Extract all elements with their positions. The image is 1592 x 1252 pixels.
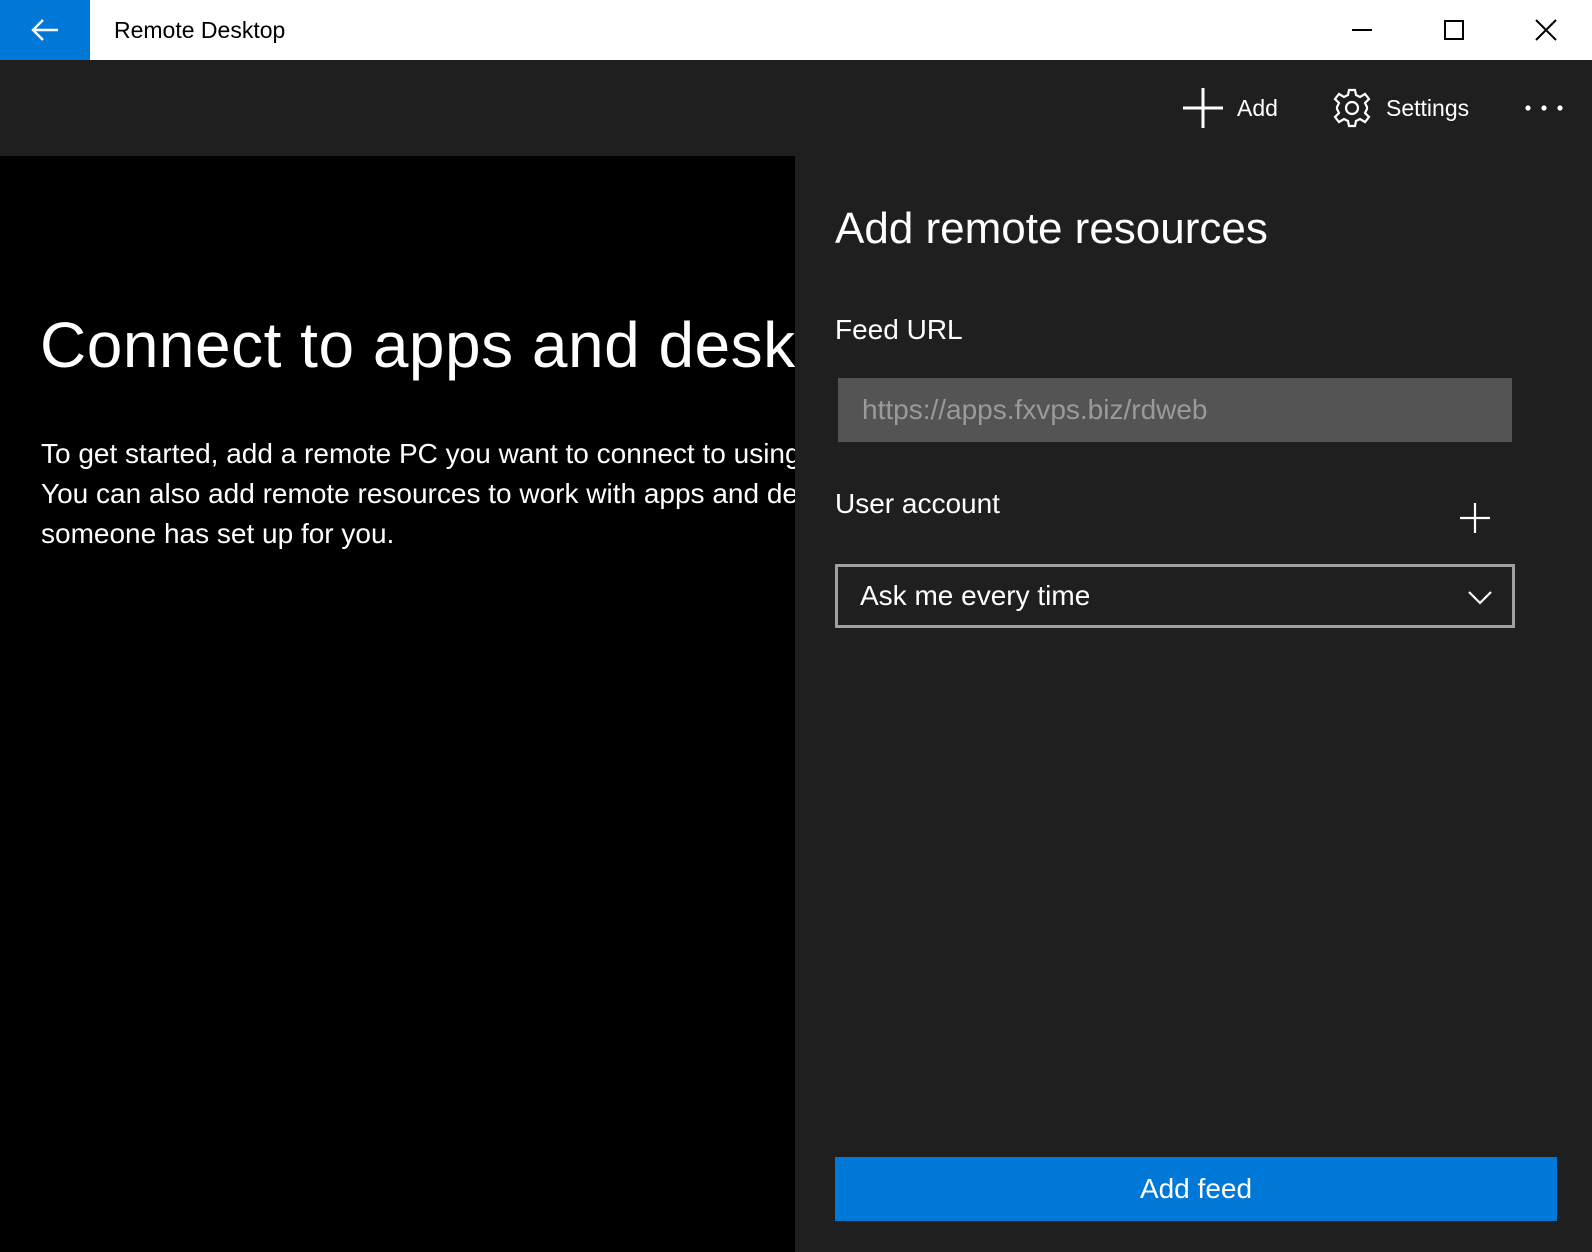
feed-url-input[interactable] xyxy=(838,378,1512,442)
feed-url-label: Feed URL xyxy=(835,314,963,345)
close-button[interactable] xyxy=(1500,0,1592,60)
plus-icon xyxy=(1460,503,1490,533)
chevron-down-icon xyxy=(1468,591,1492,605)
panel-title: Add remote resources xyxy=(835,204,1268,253)
welcome-description: To get started, add a remote PC you want… xyxy=(41,434,795,554)
add-feed-label: Add feed xyxy=(1139,1173,1253,1204)
close-icon xyxy=(1535,19,1557,41)
plus-icon xyxy=(1183,88,1223,128)
user-account-dropdown[interactable]: Ask me every time xyxy=(835,564,1515,628)
window-controls xyxy=(1316,0,1592,60)
command-bar: Add Settings xyxy=(0,60,1592,156)
welcome-line-2: You can also add remote resources to wor… xyxy=(41,478,795,509)
back-button[interactable] xyxy=(0,0,90,60)
more-button[interactable] xyxy=(1524,60,1564,156)
main-content: Connect to apps and desktops To get star… xyxy=(0,156,795,1252)
add-button[interactable]: Add xyxy=(1183,60,1278,156)
window-title: Remote Desktop xyxy=(114,16,286,43)
welcome-line-3: someone has set up for you. xyxy=(41,518,395,549)
maximize-button[interactable] xyxy=(1408,0,1500,60)
minimize-button[interactable] xyxy=(1316,0,1408,60)
welcome-line-1: To get started, add a remote PC you want… xyxy=(41,438,795,469)
settings-label: Settings xyxy=(1386,94,1470,121)
settings-button[interactable]: Settings xyxy=(1332,60,1469,156)
add-remote-resources-panel: Add remote resources Feed URL User accou… xyxy=(795,156,1592,1252)
title-bar: Remote Desktop xyxy=(0,0,1592,60)
welcome-title: Connect to apps and desktops xyxy=(40,309,795,381)
arrow-left-icon xyxy=(31,19,58,41)
maximize-icon xyxy=(1444,20,1464,40)
more-ellipsis-icon xyxy=(1525,105,1563,111)
user-account-label: User account xyxy=(835,488,1000,519)
add-user-account-button[interactable] xyxy=(1453,496,1497,540)
add-feed-button[interactable]: Add feed xyxy=(835,1157,1557,1221)
gear-icon xyxy=(1333,88,1371,128)
add-label: Add xyxy=(1237,94,1278,121)
user-account-selected: Ask me every time xyxy=(860,580,1091,611)
minimize-icon xyxy=(1352,29,1372,31)
